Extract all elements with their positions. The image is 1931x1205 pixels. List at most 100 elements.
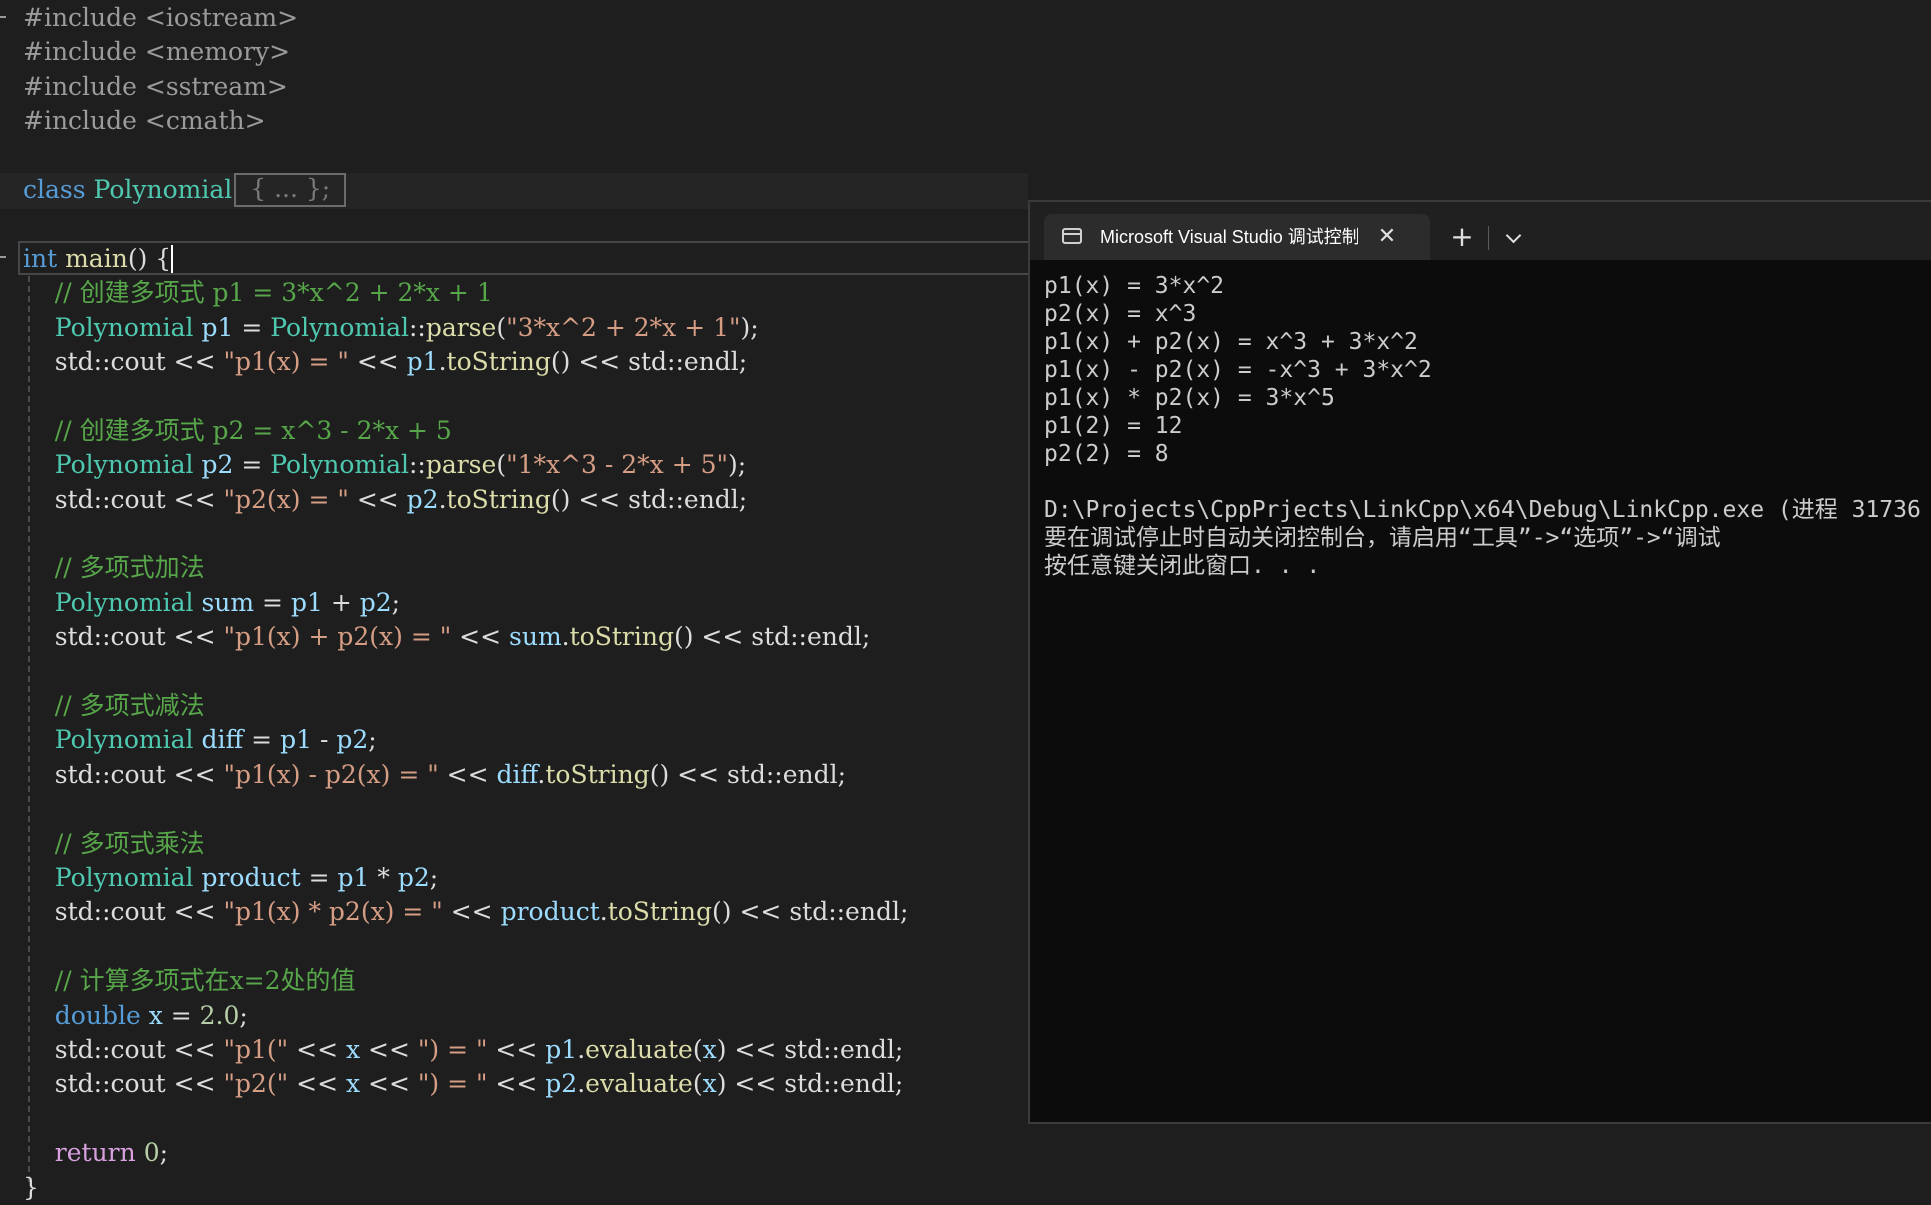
code-line[interactable]: class Polynomial{ ... }; (23, 173, 347, 207)
code-token: double (23, 1000, 149, 1030)
code-token: std::cout << (23, 1069, 224, 1099)
code-token: // 计算多项式在x=2处的值 (23, 966, 356, 996)
code-token: toString (569, 622, 674, 652)
code-line[interactable]: std::cout << "p2(x) = " << p2.toString()… (23, 483, 747, 517)
code-line[interactable]: Polynomial p2 = Polynomial::parse("1*x^3… (23, 448, 746, 482)
debug-console-window[interactable]: Microsoft Visual Studio 调试控制台 ✕ + p1(x) … (1028, 200, 1931, 1124)
code-token: x (345, 1035, 361, 1064)
code-token: p1 (290, 587, 323, 617)
code-token: parse (425, 450, 497, 480)
code-token: std::cout << (23, 897, 224, 927)
code-line[interactable]: // 多项式减法 (23, 689, 205, 723)
code-token: ); (728, 450, 747, 480)
code-token: * (369, 863, 398, 892)
code-token: << (487, 1069, 546, 1099)
console-output-line: p1(x) = 3*x^2 (1044, 273, 1225, 299)
code-token: "p1(" (223, 1035, 289, 1064)
code-token: ; (391, 587, 401, 617)
code-line[interactable]: double x = 2.0; (23, 999, 248, 1033)
code-line[interactable]: std::cout << "p1(x) = " << p1.toString()… (23, 345, 747, 379)
console-output[interactable]: p1(x) = 3*x^2 p2(x) = x^3 p1(x) + p2(x) = … (1044, 272, 1924, 580)
code-token: ; (368, 725, 377, 755)
code-line[interactable]: #include <memory> (23, 35, 290, 69)
code-line[interactable]: Polynomial product = p1 * p2; (23, 861, 438, 895)
code-token: Polynomial (23, 450, 202, 480)
console-tab[interactable]: Microsoft Visual Studio 调试控制台 ✕ (1044, 214, 1430, 260)
console-output-line: p1(x) - p2(x) = -x^3 + 3*x^2 (1044, 357, 1432, 383)
code-token: () << std::endl; (550, 484, 748, 514)
code-line[interactable]: #include <sstream> (23, 70, 288, 104)
code-token: toString (607, 897, 713, 927)
code-token: Polynomial (270, 450, 409, 480)
fold-marker-main[interactable] (0, 256, 6, 258)
code-token: x (702, 1069, 717, 1099)
code-token: diff (201, 725, 244, 755)
code-token: x (148, 1000, 163, 1030)
code-token: p2 (545, 1069, 578, 1099)
code-token: () { (127, 243, 172, 273)
code-token: std::cout << (23, 759, 224, 789)
code-token: ( (496, 450, 507, 480)
code-token: "p2(" (223, 1069, 289, 1099)
code-line[interactable]: return 0; (23, 1136, 168, 1170)
code-token: = (233, 312, 271, 342)
code-token: // 多项式乘法 (23, 828, 205, 858)
code-token: () << std::endl; (673, 622, 871, 652)
code-token: product (500, 897, 600, 927)
code-token: "p1(x) * p2(x) = " (223, 897, 443, 927)
fold-marker-includes[interactable] (0, 16, 6, 18)
code-line[interactable]: Polynomial sum = p1 + p2; (23, 586, 400, 620)
code-token: Polynomial (270, 312, 409, 342)
code-line[interactable]: std::cout << "p1(" << x << ") = " << p1.… (23, 1033, 904, 1067)
code-token: << (348, 347, 407, 376)
code-line[interactable]: #include <iostream> (23, 1, 298, 35)
code-token: . (438, 347, 447, 376)
code-token: #include <sstream> (23, 71, 288, 101)
code-token: ); (740, 312, 759, 342)
console-titlebar[interactable]: Microsoft Visual Studio 调试控制台 ✕ + (1030, 202, 1931, 260)
code-token: << (451, 622, 510, 652)
code-token: x (702, 1035, 717, 1064)
code-line[interactable]: // 多项式加法 (23, 551, 205, 585)
code-token: "p1(x) = " (223, 347, 349, 376)
code-line[interactable]: Polynomial p1 = Polynomial::parse("3*x^2… (23, 311, 759, 345)
code-token: = (162, 1000, 200, 1030)
collapsed-code-block[interactable]: { ... }; (234, 173, 347, 207)
code-line[interactable]: std::cout << "p2(" << x << ") = " << p2.… (23, 1067, 904, 1101)
code-line[interactable]: #include <cmath> (23, 104, 266, 138)
code-token: class (23, 175, 94, 204)
code-token: product (201, 863, 301, 892)
code-token: std::cout << (23, 484, 224, 514)
code-line[interactable]: // 多项式乘法 (23, 827, 205, 861)
close-tab-icon[interactable]: ✕ (1372, 214, 1402, 260)
code-line[interactable]: int main() { (23, 242, 174, 276)
new-tab-button[interactable]: + (1442, 214, 1482, 260)
code-token: std::cout << (23, 622, 224, 652)
code-token: << (487, 1035, 546, 1064)
code-token: - (312, 725, 337, 755)
code-token: << (288, 1035, 346, 1064)
console-output-line: p2(2) = 8 (1044, 441, 1169, 467)
code-line[interactable]: std::cout << "p1(x) - p2(x) = " << diff.… (23, 758, 846, 792)
code-token: diff (496, 759, 538, 789)
code-token: #include <iostream> (23, 3, 299, 32)
code-line[interactable]: std::cout << "p1(x) * p2(x) = " << produ… (23, 895, 909, 929)
code-token: << (348, 484, 407, 514)
tab-dropdown-chevron-icon[interactable] (1496, 214, 1532, 260)
code-line[interactable]: // 计算多项式在x=2处的值 (23, 964, 356, 998)
code-token: sum (509, 622, 562, 652)
code-token: . (577, 1069, 586, 1099)
code-token: Polynomial (93, 175, 233, 204)
console-output-line: p1(x) + p2(x) = x^3 + 3*x^2 (1044, 329, 1418, 355)
code-token: = (243, 725, 281, 755)
code-token: << (438, 759, 497, 789)
code-line[interactable]: } (23, 1171, 39, 1205)
code-token: p2 (201, 450, 234, 480)
code-token: = (300, 863, 338, 892)
code-line[interactable]: Polynomial diff = p1 - p2; (23, 723, 377, 757)
code-line[interactable]: // 创建多项式 p2 = x^3 - 2*x + 5 (23, 414, 452, 448)
code-token: ; (429, 863, 439, 892)
code-line[interactable]: // 创建多项式 p1 = 3*x^2 + 2*x + 1 (23, 276, 493, 310)
code-line[interactable]: std::cout << "p1(x) + p2(x) = " << sum.t… (23, 620, 871, 654)
tab-title: Microsoft Visual Studio 调试控制台 (1100, 227, 1358, 247)
